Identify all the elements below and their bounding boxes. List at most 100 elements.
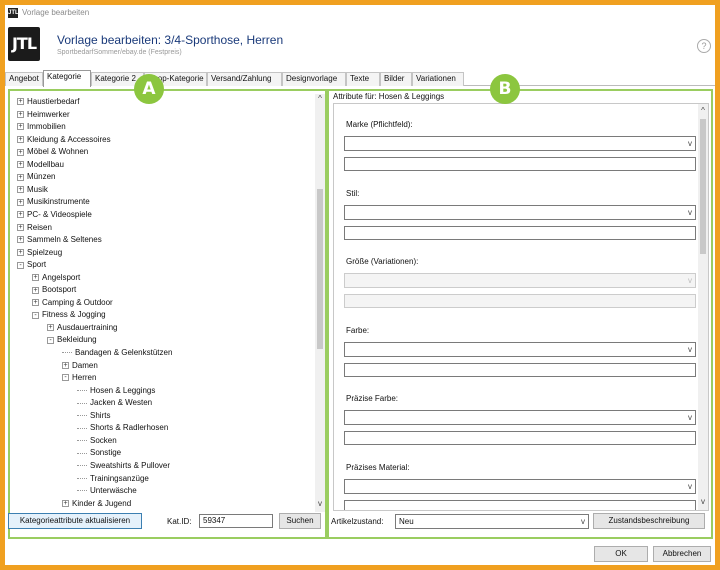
tab-angebot[interactable]: Angebot (5, 72, 43, 86)
ok-button[interactable]: OK (594, 546, 648, 562)
expand-icon[interactable]: + (17, 248, 24, 256)
tree-connector (77, 402, 87, 404)
tree-item[interactable]: + Musikinstrumente (17, 196, 90, 208)
expand-icon[interactable]: + (17, 136, 24, 144)
attribute-select[interactable]: v (344, 410, 696, 425)
category-tree[interactable]: + Haustierbedarf + Heimwerker + Immobilien + Kl… (13, 94, 315, 512)
tree-item[interactable]: Sweatshirts & Pullover (77, 460, 170, 472)
attribute-select[interactable]: v (344, 204, 696, 220)
tab-versand-zahlung[interactable]: Versand/Zahlung (207, 72, 282, 86)
condition-select[interactable]: Neu v (395, 514, 589, 529)
collapse-icon[interactable]: - (17, 261, 24, 269)
condition-description-button[interactable]: Zustandsbeschreibung (593, 513, 705, 529)
scroll-up-icon[interactable]: ^ (315, 94, 325, 104)
collapse-icon[interactable]: - (32, 311, 39, 319)
expand-icon[interactable]: + (17, 223, 24, 231)
collapse-icon[interactable]: - (47, 336, 54, 344)
tree-scrollbar[interactable]: ^ v (315, 94, 325, 512)
expand-icon[interactable]: + (62, 361, 69, 369)
tree-item[interactable]: Bandagen & Gelenkstützen (62, 347, 172, 359)
tree-item[interactable]: Shirts (77, 410, 110, 422)
tree-connector (77, 390, 87, 392)
tree-item[interactable]: + Spielzeug (17, 247, 62, 259)
tree-item[interactable]: + Modellbau (17, 159, 64, 171)
tree-item[interactable]: Unterwäsche (77, 485, 137, 497)
katid-input[interactable]: 59347 (199, 514, 273, 528)
tree-item-label: Immobilien (27, 122, 66, 132)
attr-scroll-thumb[interactable] (700, 119, 706, 254)
tree-item-label: Spielzeug (27, 247, 63, 257)
expand-icon[interactable]: + (17, 161, 24, 169)
tree-item[interactable]: Hosen & Leggings (77, 385, 155, 397)
tree-item[interactable]: + Camping & Outdoor (32, 297, 113, 309)
attribute-custom-input[interactable] (344, 157, 696, 171)
attribute-select[interactable]: v (344, 478, 696, 494)
attribute-select[interactable]: v (344, 341, 696, 357)
expand-icon[interactable]: + (17, 198, 24, 206)
attribute-custom-input[interactable] (344, 225, 696, 240)
tree-item-label: Kinder & Jugend (72, 498, 132, 508)
tree-item[interactable]: + Münzen (17, 171, 55, 183)
tab-variationen[interactable]: Variationen (412, 72, 464, 86)
tree-item[interactable]: + Musik (17, 184, 48, 196)
cancel-button[interactable]: Abbrechen (653, 546, 711, 562)
tree-item-label: Jacken & Westen (90, 398, 153, 408)
tree-item[interactable]: + Haustierbedarf (17, 96, 79, 108)
tree-item-label: Bandagen & Gelenkstützen (75, 348, 173, 357)
tree-item[interactable]: - Bekleidung (47, 334, 97, 346)
expand-icon[interactable]: + (17, 186, 24, 194)
tree-item[interactable]: + Kleidung & Accessoires (17, 134, 111, 146)
expand-icon[interactable]: + (17, 148, 24, 156)
tree-item[interactable]: - Sport (17, 259, 46, 271)
tree-item[interactable]: - Herren (62, 372, 96, 384)
refresh-attributes-button[interactable]: Kategorieattribute aktualisieren (8, 513, 142, 529)
tree-item[interactable]: Socken (77, 435, 117, 447)
tab-kategorie[interactable]: Kategorie (43, 70, 91, 87)
tree-item[interactable]: Sonstige (77, 447, 121, 459)
tree-item[interactable]: + Angelsport (32, 272, 80, 284)
expand-icon[interactable]: + (32, 286, 39, 294)
help-icon[interactable]: ? (697, 39, 711, 53)
attribute-custom-input[interactable] (344, 499, 696, 510)
search-button[interactable]: Suchen (279, 513, 321, 529)
tab-texte[interactable]: Texte (346, 72, 380, 86)
expand-icon[interactable]: + (17, 110, 24, 118)
expand-icon[interactable]: + (32, 299, 39, 307)
expand-icon[interactable]: + (32, 274, 39, 282)
expand-icon[interactable]: + (17, 211, 24, 219)
attribute-select[interactable]: v (344, 136, 696, 151)
tree-item[interactable]: + Damen (62, 360, 98, 372)
tree-item[interactable]: + Heimwerker (17, 109, 70, 121)
expand-icon[interactable]: + (62, 499, 69, 507)
tree-item[interactable]: + Sammeln & Seltenes (17, 234, 102, 246)
collapse-icon[interactable]: - (62, 374, 69, 382)
chevron-down-icon: v (688, 413, 692, 422)
expand-icon[interactable]: + (17, 173, 24, 181)
expand-icon[interactable]: + (17, 123, 24, 131)
tab-designvorlage[interactable]: Designvorlage (282, 72, 346, 86)
tree-item[interactable]: + Reisen (17, 222, 52, 234)
attr-scroll-down-icon[interactable]: v (698, 497, 708, 507)
attr-scroll-up-icon[interactable]: ^ (698, 106, 708, 116)
tree-item-label: Musik (27, 184, 48, 194)
tree-scroll-thumb[interactable] (317, 189, 323, 349)
tree-item[interactable]: + Möbel & Wohnen (17, 146, 88, 158)
tab-bilder[interactable]: Bilder (380, 72, 412, 86)
tree-item[interactable]: Jacken & Westen (77, 397, 152, 409)
attribute-custom-input[interactable] (344, 362, 696, 377)
tree-item[interactable]: Trainingsanzüge (77, 473, 149, 485)
expand-icon[interactable]: + (47, 324, 54, 332)
scroll-down-icon[interactable]: v (315, 499, 325, 509)
tree-item[interactable]: - Fitness & Jogging (32, 309, 106, 321)
tree-item[interactable]: + Immobilien (17, 121, 66, 133)
expand-icon[interactable]: + (17, 98, 24, 106)
tree-item[interactable]: + Bootsport (32, 284, 76, 296)
attributes-scrollbar[interactable]: ^ v (698, 104, 708, 510)
expand-icon[interactable]: + (17, 236, 24, 244)
tree-item[interactable]: + Kinder & Jugend (62, 498, 131, 510)
tree-connector (77, 465, 87, 467)
attribute-custom-input[interactable] (344, 431, 696, 445)
tree-item[interactable]: Shorts & Radlerhosen (77, 422, 168, 434)
tree-item[interactable]: + Ausdauertraining (47, 322, 117, 334)
tree-item[interactable]: + PC- & Videospiele (17, 209, 92, 221)
